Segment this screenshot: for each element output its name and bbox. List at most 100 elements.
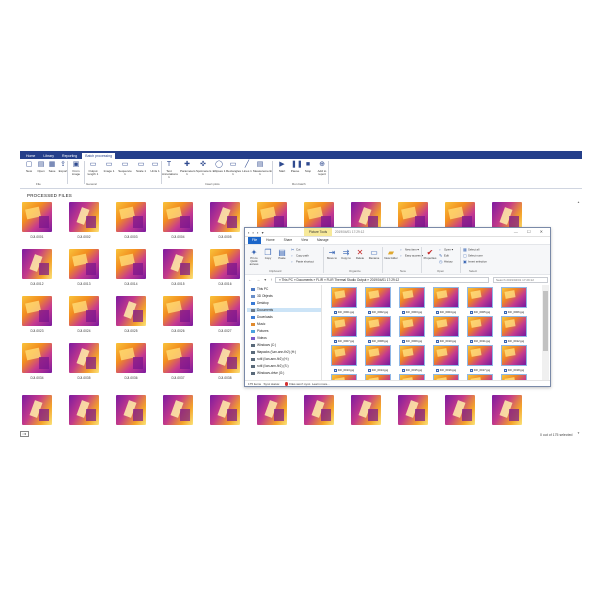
thumbnail-image[interactable] — [210, 296, 240, 326]
explorer-scrollbar[interactable] — [542, 285, 549, 380]
measurements-button[interactable]: ▤ Measurements 1 — [253, 161, 273, 176]
rename-button[interactable]: ▭ Rename — [367, 248, 381, 260]
paste-shortcut-button[interactable]: ▫ Paste shortcut — [291, 260, 314, 264]
file-name[interactable]: DJI_0010.jpg — [431, 339, 461, 343]
file-thumbnail[interactable] — [433, 345, 459, 366]
checkbox-icon[interactable] — [367, 339, 371, 343]
copy-to-button[interactable]: ⇉ Copy to — [339, 248, 353, 260]
nav-item[interactable]: Music — [251, 322, 265, 326]
thumbnail-image[interactable] — [163, 343, 193, 373]
nav-item[interactable]: ruttl (\\an-ann-flr2) (S:) — [251, 364, 289, 368]
checkbox-icon[interactable] — [469, 339, 473, 343]
rectangles-button[interactable]: ▭ Rectangles 1 — [226, 161, 241, 176]
thumbnail-image[interactable] — [304, 395, 334, 425]
file-name[interactable]: DJI_0003.jpg — [397, 310, 427, 314]
text-annotations-button[interactable]: T Text Annotations 1 — [162, 161, 178, 180]
thumbnail-image[interactable] — [210, 249, 240, 279]
thumbnail-image[interactable] — [22, 202, 52, 232]
invert-selection-button[interactable]: ▣Invert selection — [463, 260, 487, 264]
thumbnail-image[interactable] — [210, 395, 240, 425]
checkbox-icon[interactable] — [503, 368, 507, 372]
thumbnail-image[interactable] — [116, 343, 146, 373]
thumbnail-image[interactable] — [69, 202, 99, 232]
file-name[interactable]: DJI_0007.jpg — [329, 339, 359, 343]
file-thumbnail[interactable] — [399, 287, 425, 308]
file-thumbnail[interactable] — [501, 316, 527, 337]
file-thumbnail[interactable] — [501, 345, 527, 366]
select-all-button[interactable]: ▦Select all — [463, 248, 479, 252]
file-name[interactable]: DJI_0014.jpg — [363, 368, 393, 372]
scale-button[interactable]: ▭ Scale 1 — [134, 161, 148, 173]
file-name[interactable]: DJI_0011.jpg — [465, 339, 495, 343]
thumbnail-image[interactable] — [69, 296, 99, 326]
copy-button[interactable]: ❐ Copy — [261, 248, 275, 260]
file-thumbnail[interactable] — [399, 316, 425, 337]
checkbox-icon[interactable] — [401, 339, 405, 343]
picture-tools-context-tab[interactable]: Picture Tools — [304, 228, 332, 236]
thumbnail-image[interactable] — [69, 249, 99, 279]
checkbox-icon[interactable] — [435, 368, 439, 372]
checkbox-icon[interactable] — [469, 310, 473, 314]
new-folder-button[interactable]: ▰ New folder — [384, 248, 398, 260]
file-name[interactable]: DJI_0015.jpg — [397, 368, 427, 372]
add-to-report-button[interactable]: ⊕ Add to report — [315, 161, 329, 176]
sync-message[interactable]: Files won't sync. Learn more... — [289, 382, 330, 386]
file-thumbnail[interactable] — [365, 287, 391, 308]
select-none-button[interactable]: ▢Select none — [463, 254, 483, 258]
nav-item[interactable]: fitapacks (\\an-ann-flr2) (H:) — [251, 350, 296, 354]
file-thumbnail[interactable] — [433, 316, 459, 337]
explorer-tab-share[interactable]: Share — [280, 237, 297, 244]
from-image-button[interactable]: ▣ From image — [69, 161, 83, 176]
file-thumbnail[interactable] — [467, 316, 493, 337]
file-thumbnail[interactable] — [365, 316, 391, 337]
explorer-tab-file[interactable]: File — [248, 237, 262, 244]
thumbnail-image[interactable] — [163, 395, 193, 425]
thumbnail-image[interactable] — [163, 249, 193, 279]
file-name[interactable]: DJI_0016.jpg — [431, 368, 461, 372]
window-controls[interactable]: — ☐ ✕ — [514, 229, 547, 234]
checkbox-icon[interactable] — [333, 339, 337, 343]
file-name[interactable]: DJI_0004.jpg — [431, 310, 461, 314]
thumbnail-image[interactable] — [445, 395, 475, 425]
output-length-button[interactable]: ▭ Output length 1 — [86, 161, 100, 176]
file-thumbnail[interactable] — [433, 287, 459, 308]
nav-item[interactable]: 3D Objects — [251, 294, 273, 298]
checkbox-icon[interactable] — [469, 368, 473, 372]
file-name[interactable]: DJI_0006.jpg — [499, 310, 529, 314]
nav-item[interactable]: Videos — [251, 336, 267, 340]
file-thumbnail[interactable] — [331, 345, 357, 366]
history-button[interactable]: ◷ History — [439, 260, 453, 264]
edit-button[interactable]: ✎ Edit — [439, 254, 449, 258]
thumbnail-image[interactable] — [257, 395, 287, 425]
main-scrollbar[interactable]: ▲ ▼ — [577, 200, 580, 435]
file-name[interactable]: DJI_0013.jpg — [329, 368, 359, 372]
file-thumbnail[interactable] — [331, 287, 357, 308]
new-item-button[interactable]: ▫ New item ▾ — [400, 248, 419, 252]
checkbox-icon[interactable] — [333, 310, 337, 314]
easy-access-button[interactable]: ▫ Easy access ▾ — [400, 254, 423, 258]
ellipses-button[interactable]: ◯ Ellipses 1 — [212, 161, 226, 173]
thumbnail-image[interactable] — [22, 395, 52, 425]
start-button[interactable]: ▶ Start — [275, 161, 289, 173]
thumbnail-image[interactable] — [210, 202, 240, 232]
thumbnail-image[interactable] — [116, 296, 146, 326]
search-input[interactable]: Search 2019/04/01 17:29:12 — [493, 277, 548, 283]
thumbnail-image[interactable] — [116, 249, 146, 279]
spotmeters-button[interactable]: ✜ Spotmeters 1 — [196, 161, 211, 176]
file-thumbnail[interactable] — [467, 345, 493, 366]
parameters-button[interactable]: ✚ Parameters 1 — [180, 161, 196, 176]
file-name[interactable]: DJI_0012.jpg — [499, 339, 529, 343]
file-thumbnail[interactable] — [467, 287, 493, 308]
move-to-button[interactable]: ⇥ Move to — [325, 248, 339, 260]
checkbox-icon[interactable] — [401, 310, 405, 314]
file-thumbnail[interactable] — [501, 287, 527, 308]
stop-button[interactable]: ■ Stop — [301, 161, 315, 173]
file-name[interactable]: DJI_0002.jpg — [363, 310, 393, 314]
pin-quick-access-button[interactable]: ✦ Pin to Quick access — [247, 248, 261, 266]
thumbnail-image[interactable] — [492, 395, 522, 425]
units-button[interactable]: ▭ Units 1 — [148, 161, 162, 173]
checkbox-icon[interactable] — [333, 368, 337, 372]
nav-item[interactable]: Desktop — [251, 301, 269, 305]
nav-item[interactable]: Downloads — [251, 315, 273, 319]
file-name[interactable]: DJI_0001.jpg — [329, 310, 359, 314]
